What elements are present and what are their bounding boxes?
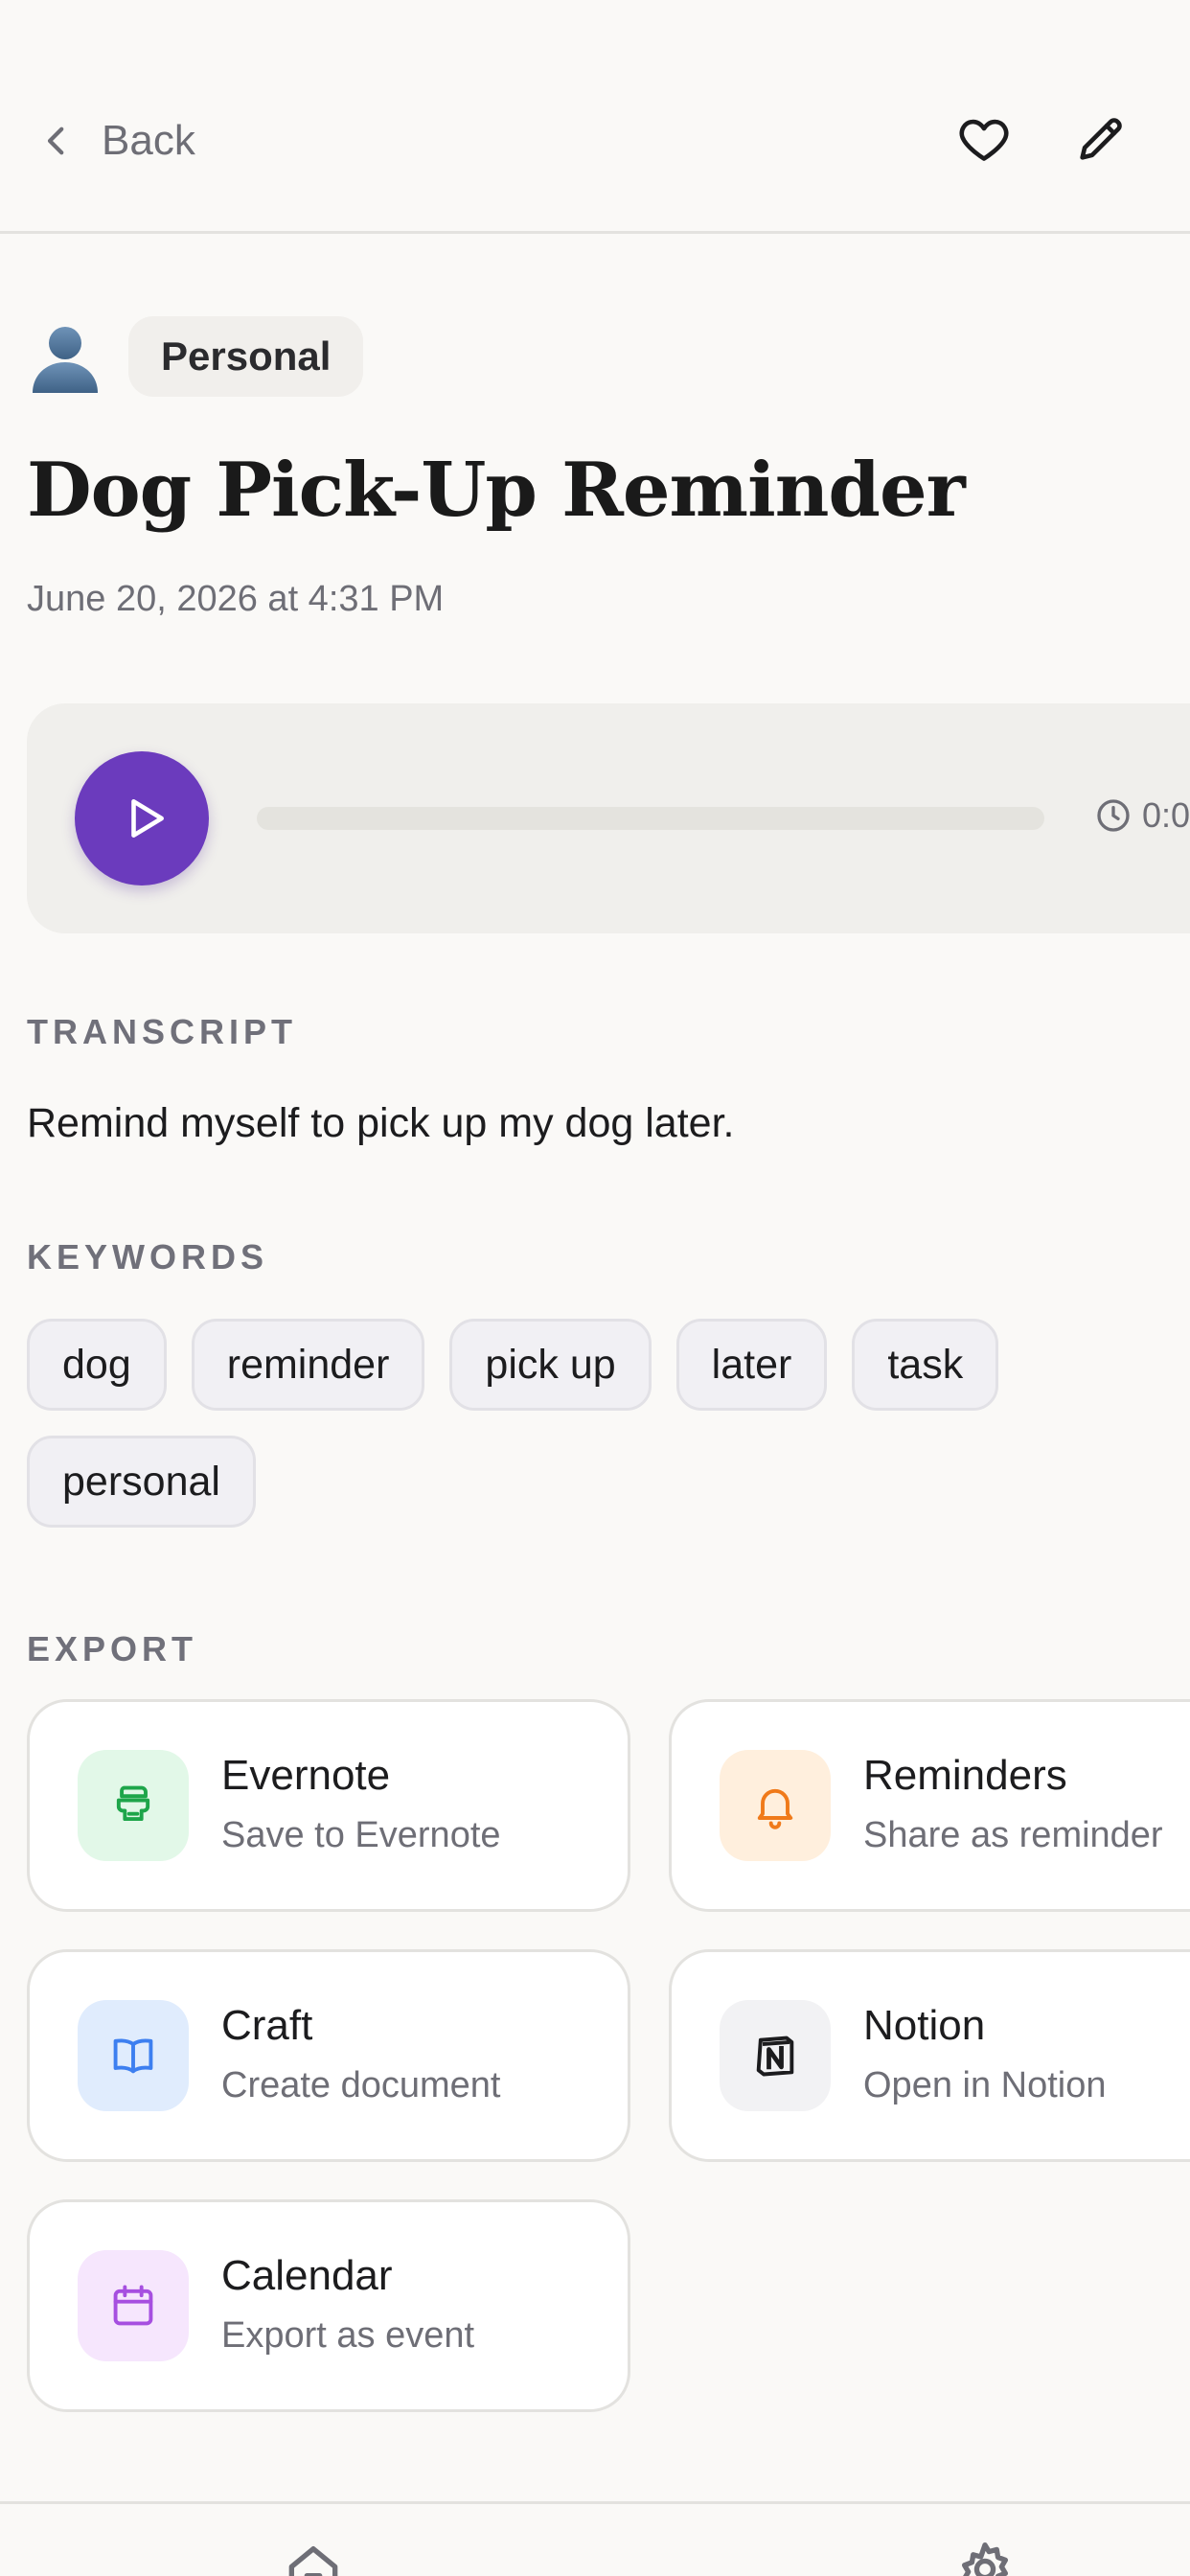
keyword-chip[interactable]: dog bbox=[27, 1319, 167, 1411]
export-title: Calendar bbox=[221, 2252, 393, 2299]
export-subtitle: Create document bbox=[221, 2065, 501, 2105]
export-subtitle: Save to Evernote bbox=[221, 1815, 501, 1855]
note-date: June 20, 2026 at 4:31 PM bbox=[27, 579, 445, 619]
open-book-icon bbox=[113, 2038, 153, 2074]
transcript-heading: TRANSCRIPT bbox=[27, 1012, 297, 1051]
craft-icon-tile bbox=[78, 2000, 189, 2111]
audio-player: 0:0 bbox=[27, 703, 1190, 933]
keywords-list: dog reminder pick up later task personal bbox=[27, 1319, 1100, 1528]
clock-icon bbox=[1097, 799, 1130, 832]
reminders-icon-tile bbox=[720, 1750, 831, 1861]
favorite-button[interactable] bbox=[950, 105, 1018, 172]
export-reminders-card[interactable]: Reminders Share as reminder bbox=[669, 1699, 1190, 1912]
progress-slider[interactable] bbox=[257, 807, 1044, 830]
category-row: Personal bbox=[27, 316, 364, 397]
back-label: Back bbox=[102, 117, 195, 164]
bottom-nav bbox=[0, 2501, 1190, 2576]
pencil-icon bbox=[1080, 118, 1122, 160]
keyword-chip[interactable]: personal bbox=[27, 1436, 256, 1528]
chevron-left-icon bbox=[47, 126, 64, 155]
export-title: Craft bbox=[221, 2002, 313, 2049]
export-subtitle: Share as reminder bbox=[863, 1815, 1163, 1855]
export-title: Notion bbox=[863, 2002, 986, 2049]
edit-button[interactable] bbox=[1067, 105, 1134, 172]
notion-icon bbox=[756, 2036, 794, 2077]
back-button[interactable]: Back bbox=[36, 107, 195, 174]
keyword-chip[interactable]: reminder bbox=[191, 1319, 425, 1411]
calendar-icon-tile bbox=[78, 2250, 189, 2361]
keywords-heading: KEYWORDS bbox=[27, 1237, 269, 1276]
export-subtitle: Open in Notion bbox=[863, 2065, 1107, 2105]
top-bar: Back bbox=[0, 0, 1190, 234]
export-title: Evernote bbox=[221, 1752, 391, 1799]
transcript-text: Remind myself to pick up my dog later. bbox=[27, 1100, 735, 1146]
notion-icon-tile bbox=[720, 2000, 831, 2111]
export-heading: EXPORT bbox=[27, 1629, 198, 1668]
category-badge[interactable]: Personal bbox=[128, 316, 364, 397]
export-evernote-card[interactable]: Evernote Save to Evernote bbox=[27, 1699, 630, 1912]
export-notion-card[interactable]: Notion Open in Notion bbox=[669, 1949, 1190, 2162]
keyword-chip[interactable]: later bbox=[675, 1319, 828, 1411]
export-subtitle: Export as event bbox=[221, 2315, 475, 2356]
heart-icon bbox=[959, 119, 1009, 161]
note-detail-screen: Back Personal Dog Pick-Up Reminder June … bbox=[0, 0, 1190, 2576]
evernote-icon bbox=[116, 1785, 150, 1822]
duration-text: 0:0 bbox=[1142, 795, 1190, 835]
person-silhouette-icon bbox=[33, 327, 98, 393]
export-calendar-card[interactable]: Calendar Export as event bbox=[27, 2199, 630, 2412]
keyword-chip[interactable]: task bbox=[852, 1319, 999, 1411]
keyword-chip[interactable]: pick up bbox=[449, 1319, 652, 1411]
export-title: Reminders bbox=[863, 1752, 1067, 1799]
export-craft-card[interactable]: Craft Create document bbox=[27, 1949, 630, 2162]
play-icon bbox=[131, 799, 164, 838]
calendar-icon bbox=[113, 2285, 153, 2326]
play-button[interactable] bbox=[75, 751, 209, 886]
gear-icon[interactable] bbox=[954, 2539, 1016, 2576]
bell-icon bbox=[757, 1788, 793, 1829]
evernote-icon-tile bbox=[78, 1750, 189, 1861]
home-icon[interactable] bbox=[283, 2539, 344, 2576]
note-title: Dog Pick-Up Reminder bbox=[27, 447, 966, 534]
duration-display: 0:0 bbox=[1094, 795, 1190, 836]
